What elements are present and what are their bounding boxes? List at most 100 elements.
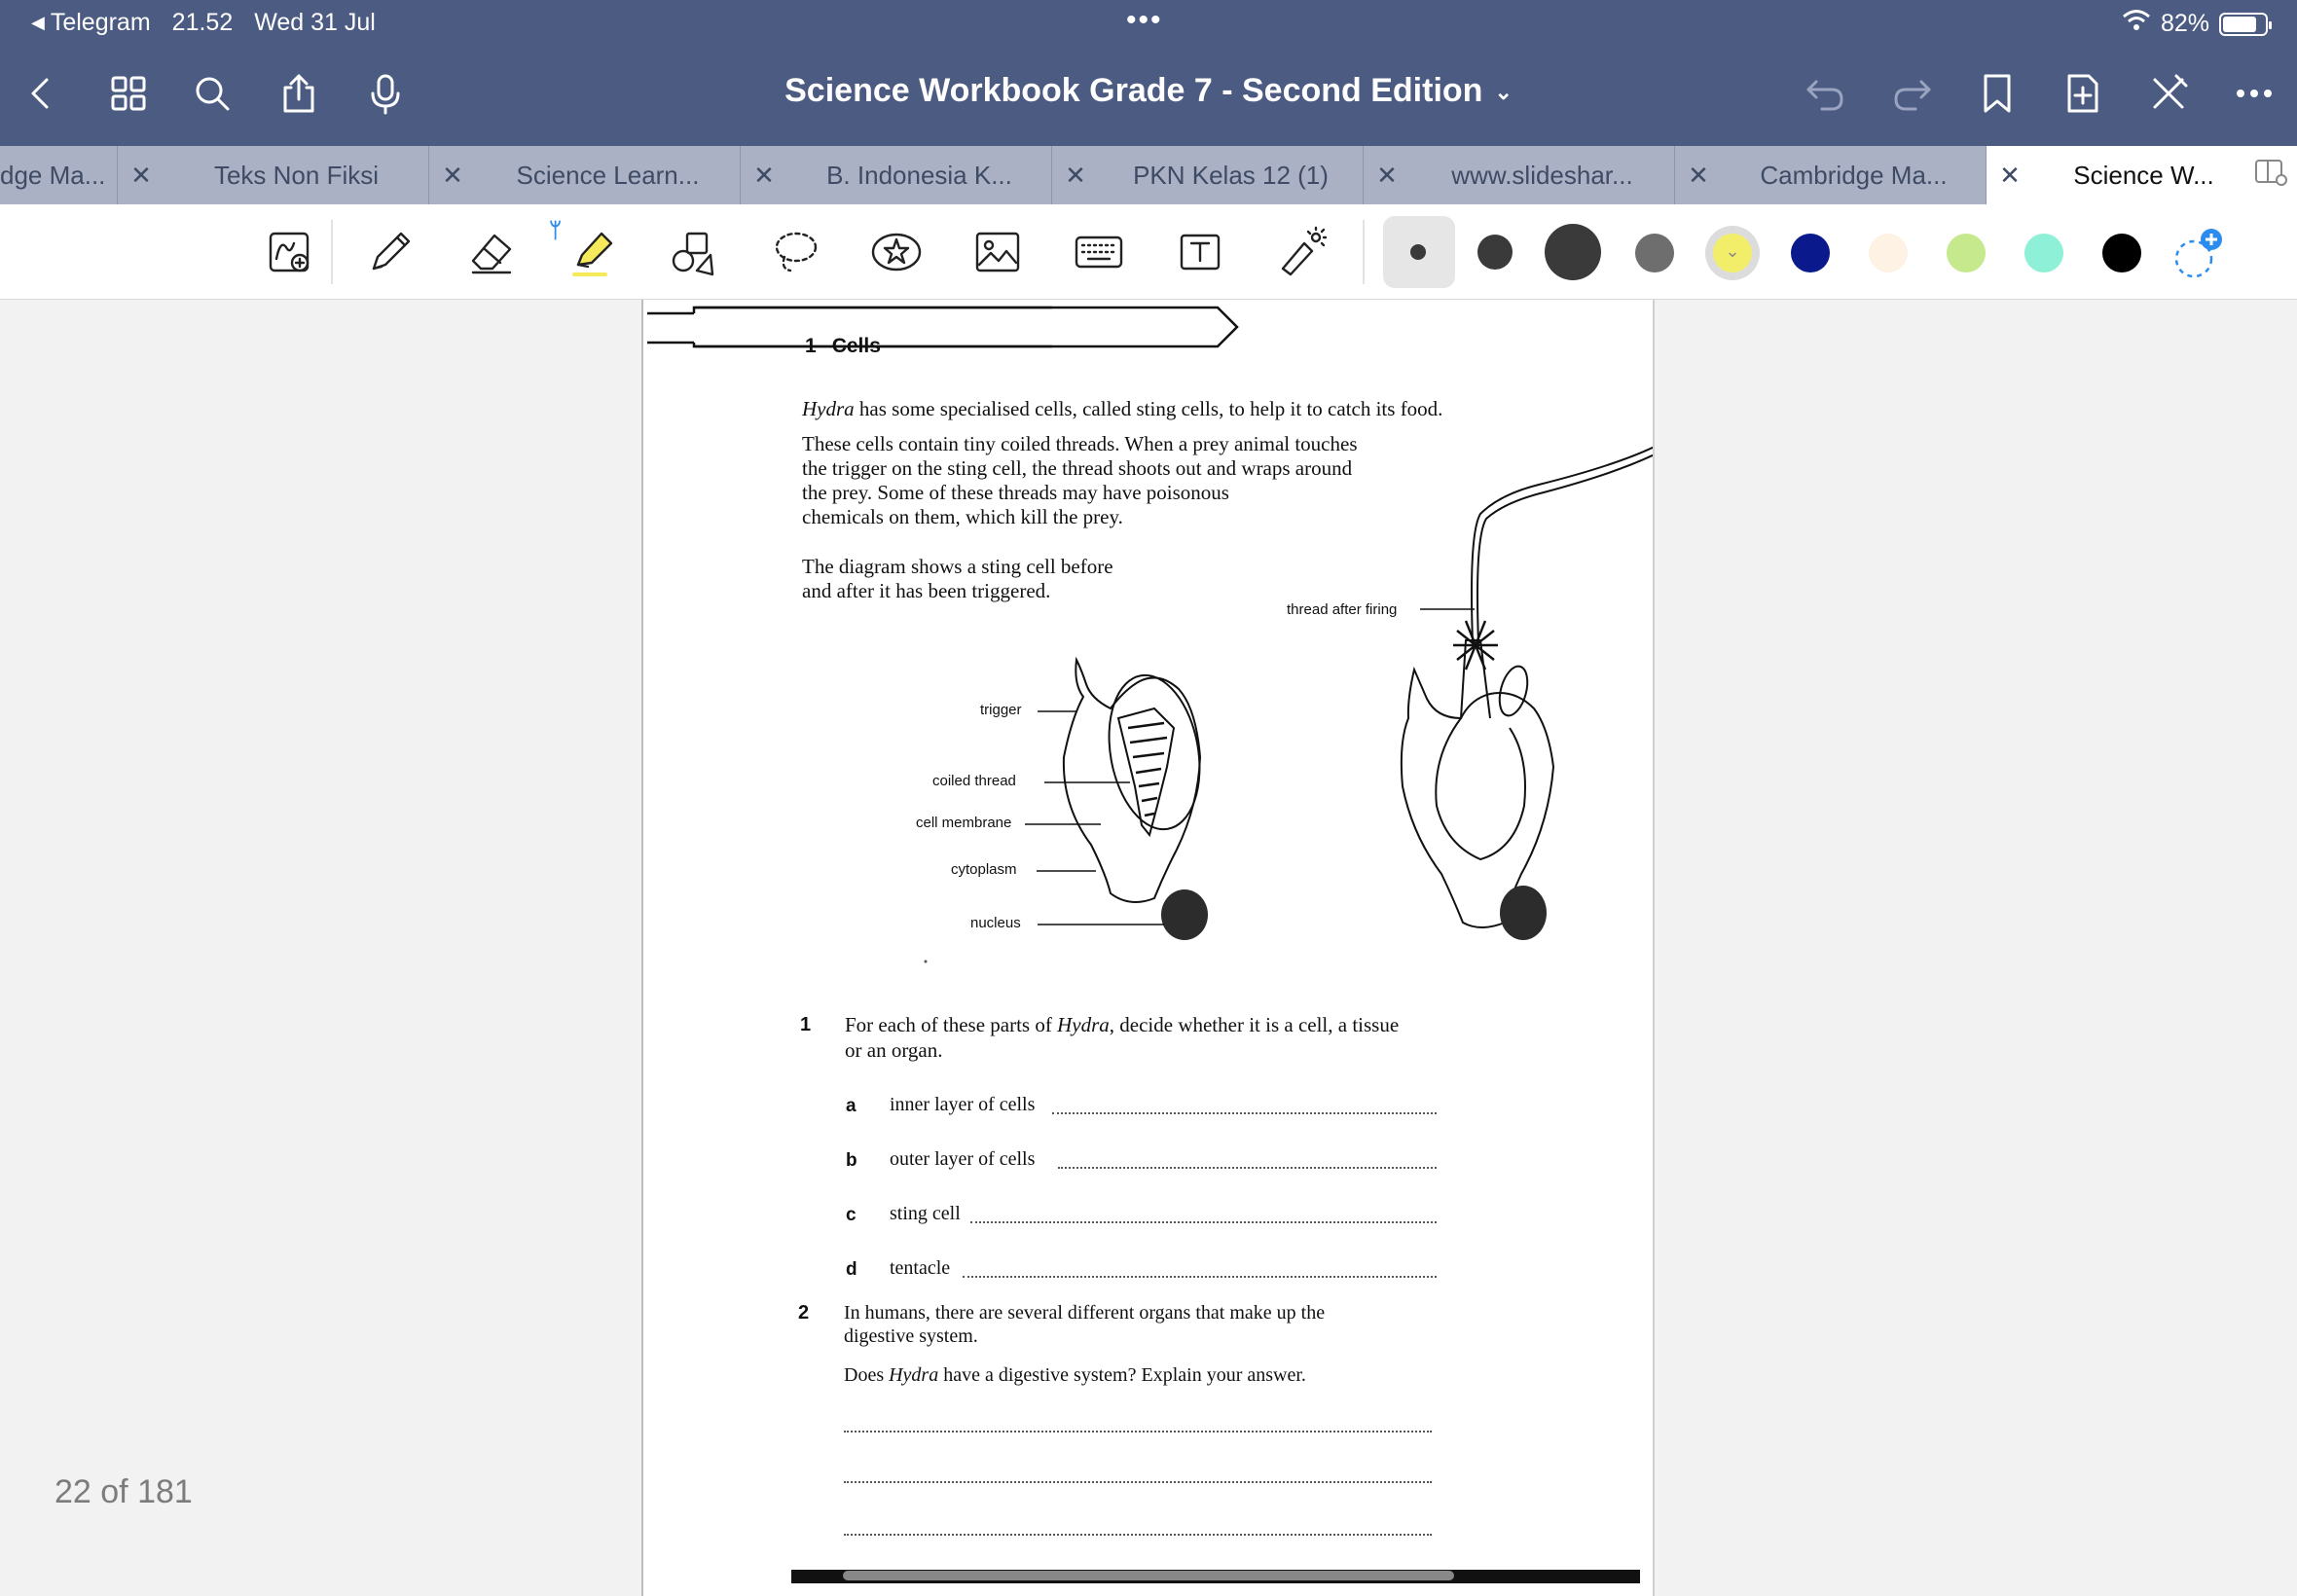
color-swatch-selected-ring[interactable]: ⌄ <box>1705 226 1760 280</box>
part-d-text: tentacle <box>890 1257 951 1279</box>
tab-science-workbook[interactable]: ✕ Science W... <box>1987 146 2297 204</box>
page-counter: 22 of 181 <box>55 1473 193 1510</box>
tab-slideshare[interactable]: ✕ www.slideshar... <box>1364 146 1675 204</box>
pen-size-medium[interactable] <box>1477 235 1513 270</box>
tab-cambridge-2[interactable]: ✕ Cambridge Ma... <box>1675 146 1987 204</box>
redo-icon[interactable] <box>1884 66 1939 121</box>
back-triangle-icon: ◀ <box>31 13 45 32</box>
close-tab-icon[interactable]: ✕ <box>1987 161 2033 191</box>
close-tab-icon[interactable]: ✕ <box>1364 161 1410 191</box>
question-2-prompt: Does Hydra have a digestive system? Expl… <box>844 1362 1306 1388</box>
answer-line-q2-3[interactable] <box>844 1534 1432 1536</box>
color-swatch-gray[interactable] <box>1635 234 1674 272</box>
status-bar: ◀ Telegram 21.52 Wed 31 Jul ••• 82% <box>0 0 2297 45</box>
multitask-dots-icon[interactable]: ••• <box>1126 4 1163 37</box>
shapes-icon[interactable] <box>664 222 724 282</box>
color-swatch-black[interactable] <box>2102 234 2141 272</box>
answer-line-a[interactable] <box>1052 1112 1437 1114</box>
tab-science-learn[interactable]: ✕ Science Learn... <box>429 146 741 204</box>
tab-cambridge-1[interactable]: dge Ma... <box>0 146 118 204</box>
close-tab-icon[interactable]: ✕ <box>1675 161 1722 191</box>
q1-text-part: , decide whether it is a cell, a tissue <box>1109 1013 1400 1036</box>
answer-line-q2-2[interactable] <box>844 1481 1432 1483</box>
sticker-icon[interactable] <box>866 222 927 282</box>
document-page[interactable]: 1 Cells Hydra has some specialised cells,… <box>641 300 1655 1596</box>
bluetooth-icon: ᛘ <box>549 218 563 242</box>
close-tab-icon[interactable]: ✕ <box>741 161 787 191</box>
keyboard-icon[interactable] <box>1069 222 1129 282</box>
label-cell-membrane: cell membrane <box>916 815 1012 831</box>
tab-b-indonesia[interactable]: ✕ B. Indonesia K... <box>741 146 1052 204</box>
eraser-icon[interactable] <box>461 222 522 282</box>
back-to-app-link[interactable]: ◀ Telegram <box>31 9 151 37</box>
battery-percent: 82% <box>2160 10 2209 37</box>
tab-label: PKN Kelas 12 (1) <box>1133 160 1329 190</box>
pen-icon[interactable] <box>360 222 420 282</box>
add-color-icon[interactable] <box>2172 226 2227 280</box>
toolbar-divider <box>331 220 333 284</box>
bookmark-icon[interactable] <box>1970 66 2024 121</box>
text-icon[interactable] <box>1170 222 1230 282</box>
question-1-text: For each of these parts of Hydra, decide… <box>845 1012 1399 1063</box>
laser-pointer-icon[interactable] <box>1271 222 1331 282</box>
answer-line-q2-1[interactable] <box>844 1431 1432 1433</box>
more-icon[interactable] <box>2227 66 2281 121</box>
nucleus-before <box>1161 889 1208 940</box>
tab-label: Cambridge Ma... <box>1760 160 1948 190</box>
highlighter-icon[interactable] <box>563 222 623 282</box>
close-tab-icon[interactable]: ✕ <box>118 161 164 191</box>
split-view-icon[interactable] <box>2254 159 2297 193</box>
color-swatch-cream[interactable] <box>1869 234 1908 272</box>
q2-text-part: Does <box>844 1364 890 1386</box>
toolbar-divider <box>1363 220 1365 284</box>
hydra-term: Hydra <box>1057 1013 1110 1036</box>
part-b-text: outer layer of cells <box>890 1148 1036 1170</box>
tab-pkn-kelas-12[interactable]: ✕ PKN Kelas 12 (1) <box>1052 146 1364 204</box>
image-icon[interactable] <box>967 222 1028 282</box>
app-header: ◀ Telegram 21.52 Wed 31 Jul ••• 82% Scie… <box>0 0 2297 146</box>
label-trigger: trigger <box>980 702 1022 718</box>
horizontal-scrollbar[interactable] <box>843 1571 1454 1580</box>
battery-fill <box>2223 16 2257 32</box>
label-thread-after-firing: thread after firing <box>1287 601 1398 618</box>
close-tab-icon[interactable]: ✕ <box>1052 161 1099 191</box>
answer-line-b[interactable] <box>1058 1167 1437 1169</box>
tab-label: dge Ma... <box>0 160 106 190</box>
document-navbar: Science Workbook Grade 7 - Second Editio… <box>0 45 2297 146</box>
add-page-icon[interactable] <box>2056 66 2110 121</box>
question-1-number: 1 <box>800 1014 812 1035</box>
label-coiled-thread: coiled thread <box>932 773 1016 789</box>
tab-teks-non-fiksi[interactable]: ✕ Teks Non Fiksi <box>118 146 429 204</box>
close-toolbar-icon[interactable] <box>2141 66 2196 121</box>
zoom-lasso-icon[interactable] <box>261 222 321 282</box>
question-2-number: 2 <box>798 1302 810 1324</box>
tab-label: Science W... <box>2073 160 2214 190</box>
pen-size-large[interactable] <box>1545 224 1601 280</box>
part-a-text: inner layer of cells <box>890 1094 1036 1115</box>
label-cytoplasm: cytoplasm <box>951 861 1017 878</box>
sting-cell-diagram <box>924 446 1653 963</box>
part-c-letter: c <box>846 1205 857 1225</box>
part-d-letter: d <box>846 1259 857 1280</box>
document-title: Science Workbook Grade 7 - Second Editio… <box>784 72 1483 109</box>
color-swatch-light-green[interactable] <box>1947 234 1986 272</box>
lasso-icon[interactable] <box>765 222 825 282</box>
wifi-icon <box>2122 9 2151 39</box>
chevron-down-icon: ⌄ <box>1494 80 1513 105</box>
color-swatch-aqua[interactable] <box>2024 234 2063 272</box>
answer-line-d[interactable] <box>963 1276 1437 1278</box>
document-title-button[interactable]: Science Workbook Grade 7 - Second Editio… <box>0 72 2297 110</box>
battery-icon <box>2219 12 2272 36</box>
q2-text-part: have a digestive system? Explain your an… <box>938 1364 1306 1386</box>
answer-line-c[interactable] <box>970 1221 1437 1223</box>
back-app-label: Telegram <box>50 9 151 36</box>
q1-text-part: For each of these parts of <box>845 1013 1058 1036</box>
q2-text-line1: In humans, there are several different o… <box>844 1302 1326 1324</box>
tab-label: Teks Non Fiksi <box>213 160 380 190</box>
q1-text-line2: or an organ. <box>845 1038 943 1062</box>
pen-size-small[interactable] <box>1410 244 1426 260</box>
color-swatch-navy[interactable] <box>1791 234 1830 272</box>
hydra-term: Hydra <box>889 1364 939 1386</box>
close-tab-icon[interactable]: ✕ <box>429 161 476 191</box>
undo-icon[interactable] <box>1799 66 1853 121</box>
